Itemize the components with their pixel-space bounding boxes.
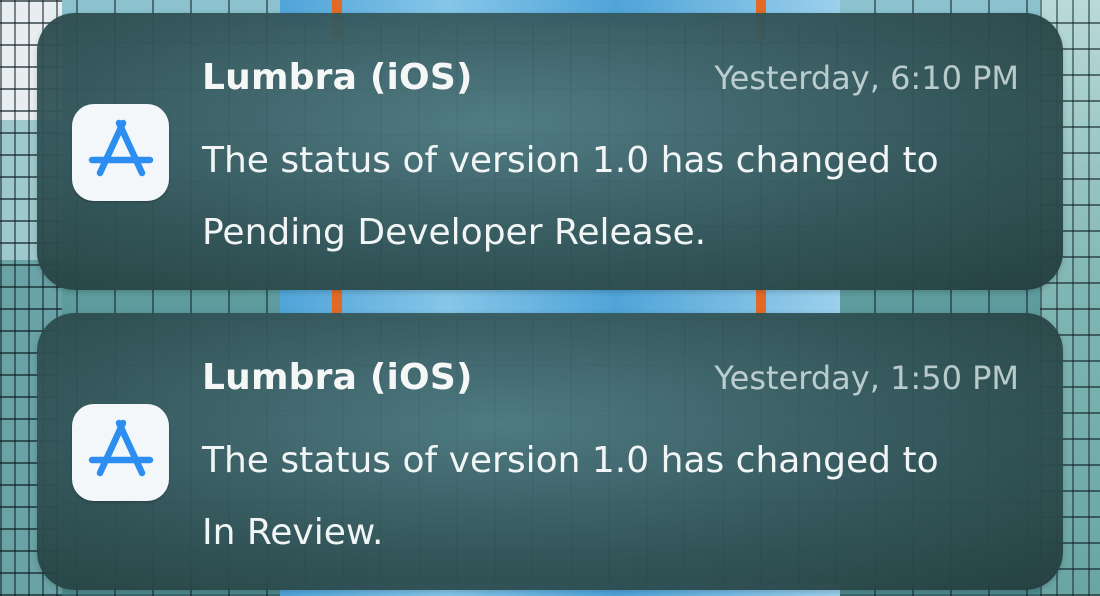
- notification-card[interactable]: Lumbra (iOS) Yesterday, 6:10 PM The stat…: [37, 13, 1063, 290]
- app-store-a-glyph: [88, 119, 153, 176]
- app-name: Lumbra (iOS): [202, 57, 473, 98]
- message-line: In Review.: [202, 512, 384, 553]
- message-line: The status of version 1.0 has changed to: [202, 140, 939, 181]
- message-line: The status of version 1.0 has changed to: [202, 440, 939, 481]
- notification-timestamp: Yesterday, 1:50 PM: [714, 359, 1019, 397]
- notification-stack: Lumbra (iOS) Yesterday, 6:10 PM The stat…: [37, 13, 1063, 590]
- notification-timestamp: Yesterday, 6:10 PM: [714, 59, 1019, 97]
- notification-message: The status of version 1.0 has changed to…: [202, 125, 1022, 269]
- notification-message: The status of version 1.0 has changed to…: [202, 425, 1022, 569]
- message-line: Pending Developer Release.: [202, 212, 707, 253]
- app-name: Lumbra (iOS): [202, 357, 473, 398]
- app-store-connect-icon: [72, 104, 169, 201]
- app-store-connect-icon: [72, 404, 169, 501]
- app-store-a-glyph: [88, 419, 153, 476]
- notification-card[interactable]: Lumbra (iOS) Yesterday, 1:50 PM The stat…: [37, 313, 1063, 590]
